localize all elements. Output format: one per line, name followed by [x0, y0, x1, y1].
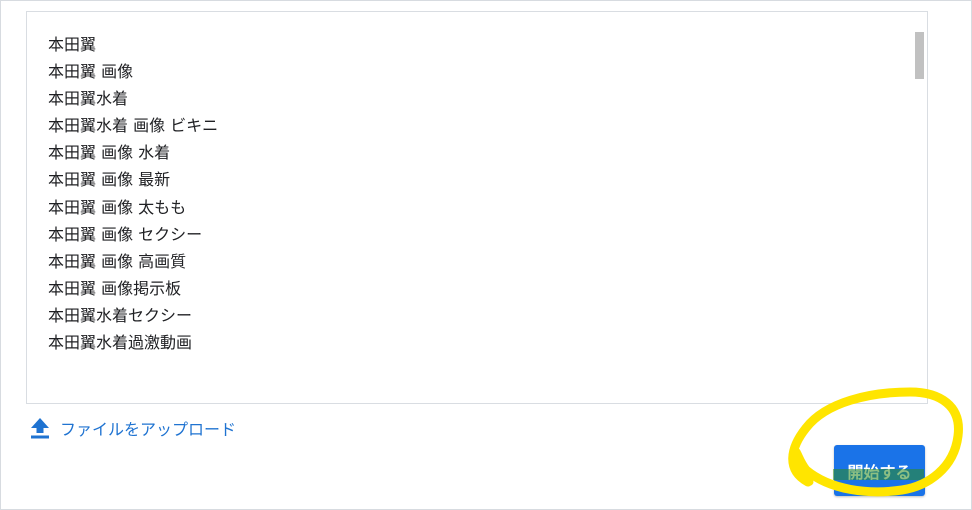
keyword-line: 本田翼水着 画像 ビキニ — [48, 116, 219, 136]
keyword-line: 本田翼水着セクシー — [48, 305, 193, 325]
keyword-list: 本田翼 本田翼 画像 本田翼水着 本田翼水着 画像 ビキニ 本田翼 画像 水着 … — [48, 31, 218, 356]
keyword-line: 本田翼 画像 — [48, 62, 134, 82]
keyword-line: 本田翼 画像 セクシー — [48, 224, 203, 244]
keyword-line: 本田翼 — [48, 35, 97, 54]
upload-file-link[interactable]: ファイルをアップロード — [30, 416, 236, 440]
upload-file-label: ファイルをアップロード — [60, 420, 237, 439]
upload-icon — [30, 417, 50, 439]
keyword-line: 本田翼 画像 太もも — [48, 197, 187, 217]
keyword-line: 本田翼 画像 高画質 — [48, 251, 187, 271]
keyword-line: 本田翼 画像 水着 — [48, 143, 171, 163]
scrollbar-thumb[interactable] — [915, 32, 924, 79]
keyword-line: 本田翼水着過激動画 — [48, 333, 193, 353]
start-button[interactable]: 開始する — [834, 445, 925, 496]
keyword-textarea[interactable]: 本田翼 本田翼 画像 本田翼水着 本田翼水着 画像 ビキニ 本田翼 画像 水着 … — [26, 11, 928, 404]
vertical-scrollbar[interactable] — [913, 12, 927, 403]
keyword-line: 本田翼水着 — [48, 89, 129, 109]
keyword-line: 本田翼 画像掲示板 — [48, 278, 182, 298]
tool-panel: 本田翼 本田翼 画像 本田翼水着 本田翼水着 画像 ビキニ 本田翼 画像 水着 … — [0, 0, 972, 510]
keyword-line: 本田翼 画像 最新 — [48, 170, 171, 190]
